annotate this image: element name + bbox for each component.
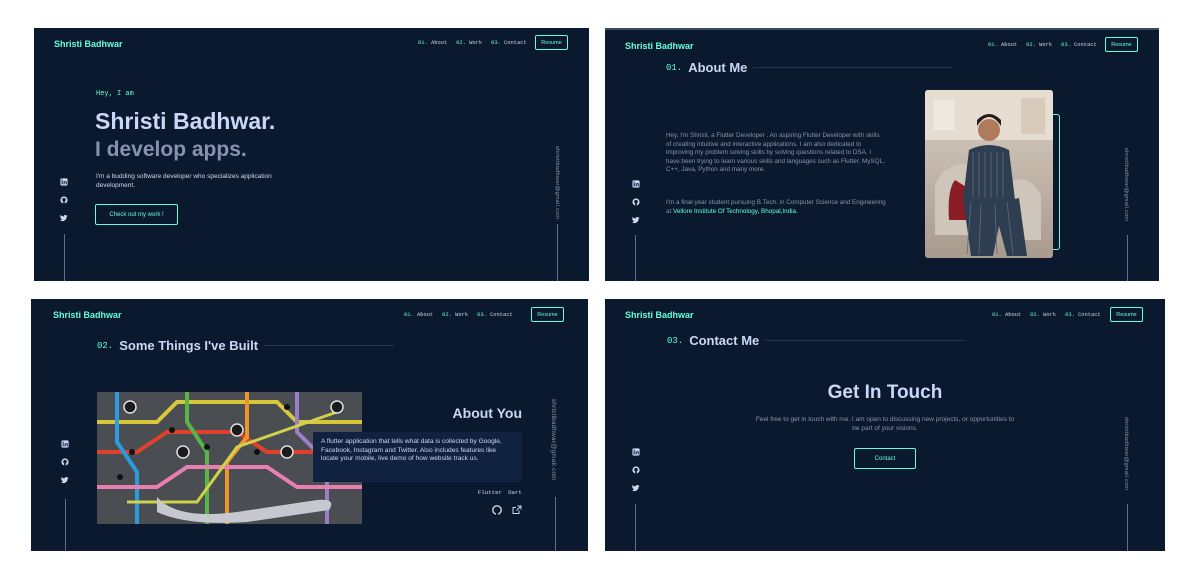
twitter-icon[interactable] bbox=[61, 476, 69, 484]
social-links bbox=[60, 178, 68, 222]
section-number: 01. bbox=[666, 62, 683, 73]
hero-greeting: Hey, I am bbox=[96, 90, 134, 98]
tech-item: Flutter bbox=[477, 489, 503, 496]
section-title: Contact Me bbox=[689, 333, 760, 348]
top-nav: 01. About 02. Work 03. Contact bbox=[404, 312, 513, 318]
contact-panel: Shristi Badhwar 01. About 02. Work 03. C… bbox=[605, 299, 1165, 551]
section-title: About Me bbox=[688, 60, 748, 75]
linkedin-icon[interactable] bbox=[60, 178, 68, 186]
section-number: 03. bbox=[667, 335, 684, 346]
tech-item: Dart bbox=[508, 489, 522, 496]
nav-item-contact[interactable]: 03. Contact bbox=[491, 40, 527, 46]
nav-item-contact[interactable]: 03. Contact bbox=[477, 312, 513, 318]
section-divider bbox=[753, 67, 954, 68]
linkedin-icon[interactable] bbox=[632, 180, 640, 188]
about-paragraph-2: I'm a final year student pursuing B.Tech… bbox=[666, 199, 886, 215]
nav-item-work[interactable]: 02. Work bbox=[1026, 42, 1052, 48]
project-links bbox=[492, 502, 522, 520]
social-line bbox=[65, 499, 66, 551]
university-link[interactable]: Vellore Institute Of Technology, Bhopal,… bbox=[673, 208, 798, 215]
nav-item-contact[interactable]: 03. Contact bbox=[1061, 42, 1097, 48]
contact-heading: 03. Contact Me bbox=[667, 333, 966, 348]
social-line bbox=[635, 504, 636, 551]
social-line bbox=[635, 235, 636, 281]
site-logo[interactable]: Shristi Badhwar bbox=[53, 310, 122, 320]
section-number: 02. bbox=[97, 340, 114, 351]
nav-item-work[interactable]: 02. Work bbox=[456, 40, 482, 46]
email-line bbox=[1127, 235, 1128, 281]
section-divider bbox=[264, 345, 395, 346]
email-line bbox=[557, 224, 558, 281]
resume-button[interactable]: Resume bbox=[535, 35, 568, 50]
top-nav: 01. About 02. Work 03. Contact bbox=[992, 312, 1101, 318]
hero-description: I'm a budding software developer who spe… bbox=[96, 173, 272, 189]
hero-tagline: I develop apps. bbox=[95, 138, 247, 161]
email-link[interactable]: shristibadhwar@gmail.com bbox=[550, 399, 557, 481]
linkedin-icon[interactable] bbox=[632, 448, 640, 456]
social-links bbox=[61, 440, 69, 484]
project-description: A flutter application that tells what da… bbox=[313, 432, 522, 482]
nav-item-about[interactable]: 01. About bbox=[988, 42, 1017, 48]
hero-name: Shristi Badhwar. bbox=[95, 108, 276, 134]
github-icon[interactable] bbox=[61, 458, 69, 466]
project-tech-list: Flutter Dart bbox=[461, 489, 522, 496]
nav-item-work[interactable]: 02. Work bbox=[1030, 312, 1056, 318]
github-icon[interactable] bbox=[632, 198, 640, 206]
resume-button[interactable]: Resume bbox=[1105, 37, 1138, 52]
section-divider bbox=[765, 340, 966, 341]
nav-item-about[interactable]: 01. About bbox=[992, 312, 1021, 318]
github-icon[interactable] bbox=[492, 502, 502, 520]
top-nav: 01. About 02. Work 03. Contact bbox=[418, 40, 527, 46]
github-icon[interactable] bbox=[60, 196, 68, 204]
email-link[interactable]: shristibadhwar@gmail.com bbox=[1123, 148, 1129, 221]
twitter-icon[interactable] bbox=[60, 214, 68, 222]
hero-panel: Shristi Badhwar 01. About 02. Work 03. C… bbox=[34, 28, 589, 281]
section-title: Some Things I've Built bbox=[119, 338, 259, 353]
contact-button[interactable]: Contact bbox=[854, 448, 916, 469]
social-line bbox=[64, 234, 65, 281]
email-link[interactable]: shristibadhwar@gmail.com bbox=[1123, 417, 1129, 490]
work-panel: Shristi Badhwar 01. About 02. Work 03. C… bbox=[31, 299, 588, 551]
nav-item-about[interactable]: 01. About bbox=[404, 312, 433, 318]
email-link[interactable]: shristibadhwar@gmail.com bbox=[554, 146, 560, 219]
github-icon[interactable] bbox=[632, 466, 640, 474]
nav-item-contact[interactable]: 03. Contact bbox=[1065, 312, 1101, 318]
top-nav: 01. About 02. Work 03. Contact bbox=[988, 42, 1097, 48]
work-heading: 02. Some Things I've Built bbox=[97, 338, 395, 353]
nav-item-about[interactable]: 01. About bbox=[418, 40, 447, 46]
resume-button[interactable]: Resume bbox=[531, 307, 564, 322]
twitter-icon[interactable] bbox=[632, 484, 640, 492]
resume-button[interactable]: Resume bbox=[1110, 307, 1143, 322]
check-out-work-button[interactable]: Check out my work ! bbox=[95, 204, 178, 225]
get-in-touch-heading: Get In Touch bbox=[827, 382, 943, 403]
email-line bbox=[1127, 504, 1128, 551]
twitter-icon[interactable] bbox=[632, 216, 640, 224]
contact-description: Feel free to get in touch with me. I am … bbox=[755, 416, 1015, 432]
site-logo[interactable]: Shristi Badhwar bbox=[625, 310, 694, 320]
email-line bbox=[555, 497, 556, 551]
site-logo[interactable]: Shristi Badhwar bbox=[54, 39, 123, 49]
profile-photo bbox=[925, 90, 1053, 258]
project-title[interactable]: About You bbox=[411, 405, 522, 421]
about-paragraph-1: Hey, I'm Shristi, a Flutter Developer . … bbox=[666, 132, 885, 174]
site-logo[interactable]: Shristi Badhwar bbox=[625, 41, 694, 51]
about-panel: Shristi Badhwar 01. About 02. Work 03. C… bbox=[605, 28, 1159, 281]
social-links bbox=[632, 180, 640, 224]
social-links bbox=[632, 448, 640, 492]
about-heading: 01. About Me bbox=[666, 60, 954, 75]
nav-item-work[interactable]: 02. Work bbox=[442, 312, 468, 318]
external-link-icon[interactable] bbox=[512, 502, 522, 520]
linkedin-icon[interactable] bbox=[61, 440, 69, 448]
